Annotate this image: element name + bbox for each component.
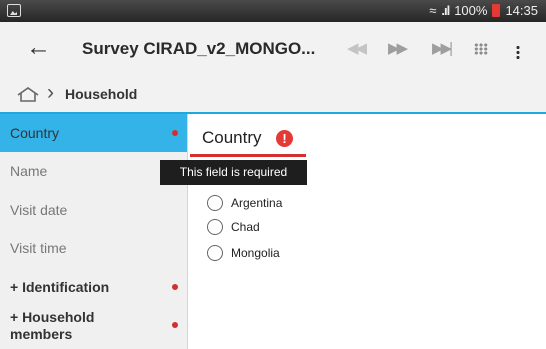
required-indicator: [172, 322, 178, 328]
error-icon[interactable]: !: [276, 130, 293, 147]
required-indicator: [172, 130, 178, 136]
sidebar-item-label: Name: [10, 163, 48, 179]
clock: 14:35: [505, 3, 538, 18]
battery-level: 100%: [454, 3, 488, 18]
sidebar-item-country[interactable]: Country: [0, 114, 187, 152]
status-bar: ≈ .ıl 100% 14:35: [0, 0, 546, 22]
error-underline: [190, 154, 306, 157]
option-label: Argentina: [231, 196, 283, 210]
arrow-left-icon[interactable]: ←: [26, 33, 51, 62]
breadcrumb: › Household: [0, 76, 546, 113]
app-toolbar: ← Survey CIRAD_v2_MONGO... ◀◀ ▶▶ ▶▶|: [0, 22, 546, 76]
sidebar-item-household-members[interactable]: + Household members: [0, 302, 187, 347]
sidebar-item-label: + Household members: [10, 309, 95, 342]
option-label: Chad: [231, 220, 260, 234]
required-indicator: [172, 284, 178, 290]
sidebar-item-label: Visit date: [10, 202, 68, 218]
status-indicators: ≈ .ıl 100% 14:35: [429, 3, 538, 18]
question-label: Country: [202, 128, 262, 147]
battery-icon: [492, 4, 501, 17]
radio-button[interactable]: [207, 219, 223, 235]
more-vert-icon[interactable]: [516, 45, 520, 59]
error-tooltip: This field is required: [160, 160, 307, 185]
wifi-icon: ≈: [429, 3, 437, 18]
option-label: Mongolia: [231, 246, 280, 260]
survey-title: Survey CIRAD_v2_MONGO...: [82, 39, 316, 58]
home-icon[interactable]: [16, 86, 40, 107]
sidebar-item-visit-time[interactable]: Visit time: [0, 229, 187, 267]
sidebar-item-label: + Identification: [10, 279, 110, 295]
sidebar-item-identification[interactable]: + Identification: [0, 268, 187, 306]
sidebar-item-label: Visit time: [10, 240, 67, 256]
breadcrumb-section[interactable]: Household: [65, 86, 137, 102]
grid-icon[interactable]: [474, 43, 488, 55]
image-notification-icon: [7, 4, 21, 17]
sidebar: Country Name Visit date Visit time + Ide…: [0, 114, 188, 349]
radio-button[interactable]: [207, 245, 223, 261]
signal-icon: .ıl: [441, 3, 450, 18]
radio-button[interactable]: [207, 195, 223, 211]
sidebar-item-visit-date[interactable]: Visit date: [0, 191, 187, 229]
fast-forward-icon[interactable]: ▶▶: [388, 39, 408, 57]
rewind-icon[interactable]: ◀◀: [347, 39, 367, 57]
sidebar-item-name[interactable]: Name: [0, 152, 187, 190]
sidebar-item-label: Country: [10, 125, 60, 141]
skip-end-icon[interactable]: ▶▶|: [432, 39, 453, 57]
chevron-right-icon: ›: [47, 81, 54, 104]
